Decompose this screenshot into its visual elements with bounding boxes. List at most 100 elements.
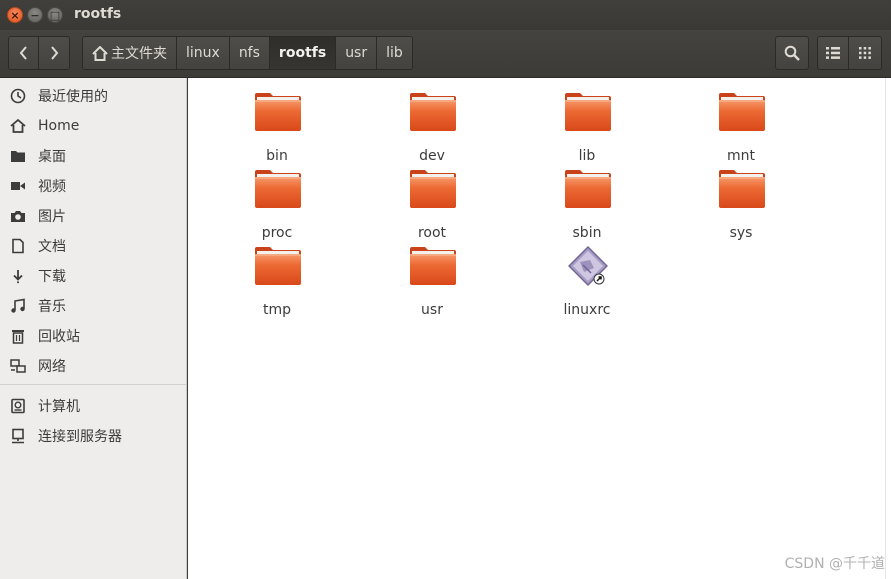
search-button[interactable]: [775, 36, 809, 70]
sidebar-item-label: 桌面: [38, 149, 66, 165]
chevron-left-icon: [19, 46, 27, 60]
file-view: bin dev lib mnt proc root sbin sys tmp usr linuxrc: [188, 78, 885, 579]
document-icon: [10, 238, 26, 254]
sidebar-item-home[interactable]: Home: [0, 111, 186, 141]
file-name-label: sbin: [572, 225, 602, 241]
file-name-label: root: [417, 225, 447, 241]
crumb-lib[interactable]: lib: [377, 37, 412, 69]
sidebar-item-label: 网络: [38, 359, 66, 375]
sidebar: 最近使用的 Home 桌面 视频 图片 文档 下载 音乐 回收站 网络 计算机 …: [0, 78, 187, 579]
file-name-label: lib: [578, 148, 596, 164]
home-icon: [92, 45, 108, 61]
camera-icon: [10, 208, 26, 224]
sidebar-item-label: 音乐: [38, 299, 66, 315]
sidebar-item-label: 文档: [38, 239, 66, 255]
title-bar: × − □ rootfs: [0, 0, 891, 30]
crumb-linux[interactable]: linux: [177, 37, 230, 69]
crumb-nfs[interactable]: nfs: [229, 37, 270, 69]
sidebar-item-label: 计算机: [38, 399, 80, 415]
toolbar: 主文件夹 linux nfs rootfs usr lib: [0, 30, 891, 78]
folder-item-usr[interactable]: usr: [377, 246, 487, 318]
folder-icon: [409, 246, 457, 286]
file-name-label: linuxrc: [563, 302, 611, 318]
sidebar-item-documents[interactable]: 文档: [0, 231, 186, 261]
file-name-label: bin: [266, 148, 288, 164]
folder-item-tmp[interactable]: tmp: [222, 246, 332, 318]
file-item-linuxrc[interactable]: linuxrc: [532, 246, 642, 318]
close-button[interactable]: ×: [7, 7, 23, 23]
clock-icon: [10, 88, 26, 104]
crumb-home[interactable]: 主文件夹: [83, 37, 177, 69]
list-view-icon: [826, 47, 840, 59]
file-manager-window: × − □ rootfs 主文件夹 linux nfs rootfs usr l…: [0, 0, 891, 579]
maximize-button[interactable]: □: [47, 7, 63, 23]
folder-item-dev[interactable]: dev: [377, 92, 487, 164]
file-name-label: sys: [729, 225, 753, 241]
server-icon: [10, 428, 26, 444]
sidebar-item-downloads[interactable]: 下载: [0, 261, 186, 291]
folder-icon: [409, 169, 457, 209]
back-button[interactable]: [8, 36, 39, 70]
folder-icon: [254, 169, 302, 209]
folder-icon: [718, 92, 766, 132]
folder-item-bin[interactable]: bin: [222, 92, 332, 164]
folder-icon: [254, 92, 302, 132]
breadcrumb: 主文件夹 linux nfs rootfs usr lib: [82, 36, 413, 70]
sidebar-divider: [0, 384, 186, 385]
window-title: rootfs: [74, 6, 122, 22]
network-icon: [10, 358, 26, 374]
watermark: CSDN @千千道: [784, 556, 885, 572]
sidebar-item-trash[interactable]: 回收站: [0, 321, 186, 351]
music-icon: [10, 298, 26, 314]
folder-icon: [254, 246, 302, 286]
sidebar-item-pictures[interactable]: 图片: [0, 201, 186, 231]
forward-button[interactable]: [38, 36, 70, 70]
sidebar-item-label: 最近使用的: [38, 89, 108, 105]
file-name-label: usr: [421, 302, 443, 318]
sidebar-item-network[interactable]: 网络: [0, 351, 186, 381]
sidebar-item-desktop[interactable]: 桌面: [0, 141, 186, 171]
trash-icon: [10, 328, 26, 344]
file-name-label: mnt: [727, 148, 755, 164]
file-name-label: proc: [261, 225, 293, 241]
folder-icon: [564, 169, 612, 209]
search-icon: [784, 45, 800, 61]
sidebar-item-computer[interactable]: 计算机: [0, 391, 186, 421]
folder-item-root[interactable]: root: [377, 169, 487, 241]
list-view-button[interactable]: [817, 36, 849, 70]
file-name-label: dev: [419, 148, 445, 164]
sidebar-item-label: 下载: [38, 269, 66, 285]
sidebar-item-label: 回收站: [38, 329, 80, 345]
minimize-button[interactable]: −: [27, 7, 43, 23]
folder-item-lib[interactable]: lib: [532, 92, 642, 164]
crumb-label: 主文件夹: [111, 46, 167, 62]
sidebar-item-recent[interactable]: 最近使用的: [0, 81, 186, 111]
sidebar-item-label: Home: [38, 118, 80, 134]
scrollbar[interactable]: [885, 78, 891, 579]
folder-item-sys[interactable]: sys: [686, 169, 796, 241]
crumb-usr[interactable]: usr: [336, 37, 378, 69]
chevron-right-icon: [51, 46, 59, 60]
folder-item-mnt[interactable]: mnt: [686, 92, 796, 164]
sidebar-item-label: 图片: [38, 209, 66, 225]
grid-view-icon: [859, 47, 871, 59]
video-icon: [10, 178, 26, 194]
computer-icon: [10, 398, 26, 414]
home-icon: [10, 118, 26, 134]
folder-item-proc[interactable]: proc: [222, 169, 332, 241]
executable-link-icon: [564, 246, 612, 286]
folder-icon: [409, 92, 457, 132]
sidebar-item-music[interactable]: 音乐: [0, 291, 186, 321]
folder-item-sbin[interactable]: sbin: [532, 169, 642, 241]
sidebar-item-videos[interactable]: 视频: [0, 171, 186, 201]
crumb-rootfs[interactable]: rootfs: [269, 37, 337, 69]
file-name-label: tmp: [262, 302, 291, 318]
sidebar-item-connect-server[interactable]: 连接到服务器: [0, 421, 186, 451]
desktop-folder-icon: [10, 148, 26, 164]
sidebar-item-label: 连接到服务器: [38, 429, 122, 445]
grid-view-button[interactable]: [848, 36, 882, 70]
sidebar-item-label: 视频: [38, 179, 66, 195]
download-icon: [10, 268, 26, 284]
folder-icon: [564, 92, 612, 132]
folder-icon: [718, 169, 766, 209]
